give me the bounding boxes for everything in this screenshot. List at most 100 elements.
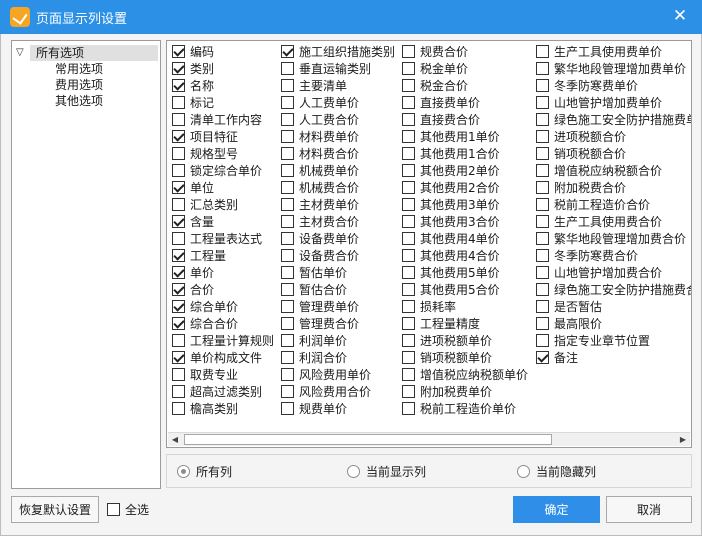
checkbox-box[interactable] [172, 266, 185, 279]
column-option-checkbox[interactable]: 工程量计算规则 [172, 332, 274, 349]
column-option-checkbox[interactable]: 其他费用3单价 [402, 196, 528, 213]
checkbox-box[interactable] [281, 368, 294, 381]
checkbox-box[interactable] [281, 79, 294, 92]
checkbox-box[interactable] [536, 334, 549, 347]
checkbox-box[interactable] [402, 266, 415, 279]
column-option-checkbox[interactable]: 绿色施工安全防护措施费单 [536, 111, 691, 128]
checkbox-box[interactable] [281, 334, 294, 347]
checkbox-box[interactable] [402, 62, 415, 75]
checkbox-box[interactable] [402, 164, 415, 177]
checkbox-box[interactable] [402, 215, 415, 228]
checkbox-box[interactable] [536, 147, 549, 160]
checkbox-box[interactable] [281, 249, 294, 262]
checkbox-box[interactable] [402, 249, 415, 262]
checkbox-box[interactable] [536, 300, 549, 313]
column-option-checkbox[interactable]: 生产工具使用费单价 [536, 43, 691, 60]
scroll-left-icon[interactable]: ◀ [168, 433, 182, 446]
column-option-checkbox[interactable]: 损耗率 [402, 298, 528, 315]
checkbox-box[interactable] [536, 96, 549, 109]
checkbox-box[interactable] [172, 385, 185, 398]
column-option-checkbox[interactable]: 名称 [172, 77, 274, 94]
checkbox-box[interactable] [402, 232, 415, 245]
column-option-checkbox[interactable]: 暂估合价 [281, 281, 395, 298]
column-option-checkbox[interactable]: 机械费单价 [281, 162, 395, 179]
column-option-checkbox[interactable]: 机械费合价 [281, 179, 395, 196]
checkbox-box[interactable] [172, 45, 185, 58]
checkbox-box[interactable] [172, 164, 185, 177]
column-option-checkbox[interactable]: 工程量 [172, 247, 274, 264]
column-option-checkbox[interactable]: 人工费单价 [281, 94, 395, 111]
checkbox-box[interactable] [536, 283, 549, 296]
radio-hidden-columns[interactable]: 当前隐藏列 [517, 463, 596, 480]
checkbox-box[interactable] [281, 402, 294, 415]
tree-item-all-options[interactable]: ▽ 所有选项 [12, 44, 160, 61]
checkbox-box[interactable] [402, 130, 415, 143]
checkbox-box[interactable] [402, 368, 415, 381]
checkbox-box[interactable] [172, 62, 185, 75]
column-option-checkbox[interactable]: 繁华地段管理增加费单价 [536, 60, 691, 77]
checkbox-box[interactable] [281, 385, 294, 398]
column-option-checkbox[interactable]: 规费合价 [402, 43, 528, 60]
checkbox-box[interactable] [536, 249, 549, 262]
checkbox-box[interactable] [107, 503, 120, 516]
checkbox-box[interactable] [172, 351, 185, 364]
radio-indicator[interactable] [177, 465, 190, 478]
column-option-checkbox[interactable]: 其他费用5单价 [402, 264, 528, 281]
checkbox-box[interactable] [402, 147, 415, 160]
column-option-checkbox[interactable]: 综合合价 [172, 315, 274, 332]
checkbox-box[interactable] [172, 249, 185, 262]
column-option-checkbox[interactable]: 繁华地段管理增加费合价 [536, 230, 691, 247]
radio-indicator[interactable] [347, 465, 360, 478]
checkbox-box[interactable] [536, 215, 549, 228]
ok-button[interactable]: 确定 [513, 496, 600, 523]
column-option-checkbox[interactable]: 取费专业 [172, 366, 274, 383]
checkbox-box[interactable] [281, 198, 294, 211]
checkbox-box[interactable] [172, 79, 185, 92]
column-option-checkbox[interactable]: 销项税额合价 [536, 145, 691, 162]
column-option-checkbox[interactable]: 其他费用1合价 [402, 145, 528, 162]
column-option-checkbox[interactable]: 合价 [172, 281, 274, 298]
checkbox-box[interactable] [172, 317, 185, 330]
checkbox-box[interactable] [536, 232, 549, 245]
column-option-checkbox[interactable]: 其他费用5合价 [402, 281, 528, 298]
checkbox-box[interactable] [536, 62, 549, 75]
column-option-checkbox[interactable]: 其他费用1单价 [402, 128, 528, 145]
column-option-checkbox[interactable]: 税金合价 [402, 77, 528, 94]
column-option-checkbox[interactable]: 指定专业章节位置 [536, 332, 691, 349]
checkbox-box[interactable] [172, 181, 185, 194]
column-option-checkbox[interactable]: 税金单价 [402, 60, 528, 77]
column-option-checkbox[interactable]: 其他费用2单价 [402, 162, 528, 179]
column-option-checkbox[interactable]: 其他费用4单价 [402, 230, 528, 247]
column-option-checkbox[interactable]: 销项税额单价 [402, 349, 528, 366]
column-option-checkbox[interactable]: 主材费合价 [281, 213, 395, 230]
column-option-checkbox[interactable]: 工程量精度 [402, 315, 528, 332]
column-option-checkbox[interactable]: 项目特征 [172, 128, 274, 145]
checkbox-box[interactable] [536, 351, 549, 364]
checkbox-box[interactable] [281, 300, 294, 313]
checkbox-box[interactable] [536, 181, 549, 194]
tree-item-fees[interactable]: 费用选项 [12, 77, 160, 93]
checkbox-box[interactable] [172, 283, 185, 296]
column-option-checkbox[interactable]: 设备费单价 [281, 230, 395, 247]
column-option-checkbox[interactable]: 冬季防寒费单价 [536, 77, 691, 94]
checkbox-box[interactable] [172, 300, 185, 313]
column-option-checkbox[interactable]: 其他费用3合价 [402, 213, 528, 230]
radio-all-columns[interactable]: 所有列 [177, 463, 232, 480]
checkbox-box[interactable] [281, 45, 294, 58]
column-option-checkbox[interactable]: 单价构成文件 [172, 349, 274, 366]
column-option-checkbox[interactable]: 主要清单 [281, 77, 395, 94]
column-option-checkbox[interactable]: 单位 [172, 179, 274, 196]
select-all-checkbox[interactable]: 全选 [107, 501, 149, 518]
checkbox-box[interactable] [536, 130, 549, 143]
column-option-checkbox[interactable]: 管理费单价 [281, 298, 395, 315]
column-option-checkbox[interactable]: 施工组织措施类别 [281, 43, 395, 60]
checkbox-box[interactable] [281, 164, 294, 177]
column-option-checkbox[interactable]: 税前工程造价合价 [536, 196, 691, 213]
column-option-checkbox[interactable]: 暂估单价 [281, 264, 395, 281]
restore-default-button[interactable]: 恢复默认设置 [11, 496, 99, 523]
column-option-checkbox[interactable]: 规费单价 [281, 400, 395, 417]
column-option-checkbox[interactable]: 材料费单价 [281, 128, 395, 145]
column-option-checkbox[interactable]: 汇总类别 [172, 196, 274, 213]
checkbox-box[interactable] [402, 79, 415, 92]
checkbox-box[interactable] [402, 198, 415, 211]
